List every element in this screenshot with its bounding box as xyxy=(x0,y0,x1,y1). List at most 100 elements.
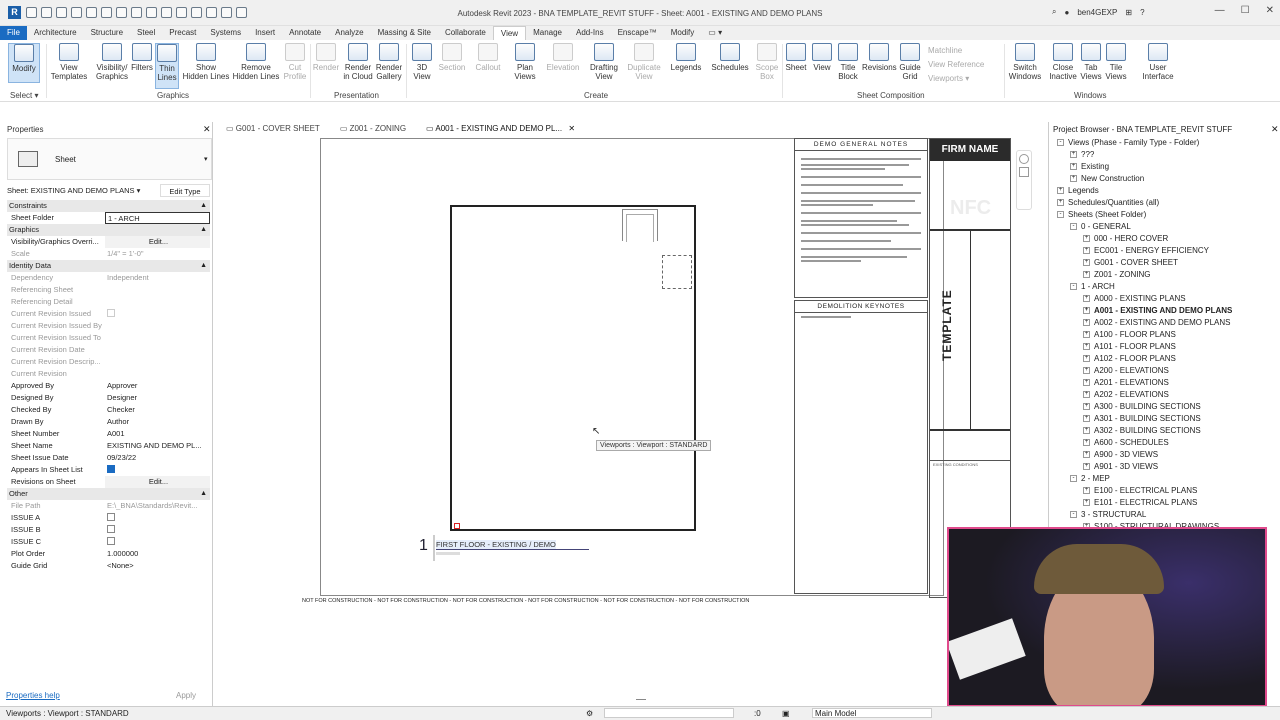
browser-item[interactable]: + A200 - ELEVATIONS xyxy=(1083,366,1169,375)
ribbon-options-icon[interactable]: ▭ ▾ xyxy=(701,26,729,40)
collapse-icon[interactable]: - xyxy=(1070,475,1077,483)
expand-icon[interactable]: + xyxy=(1070,175,1077,183)
view-templates-button[interactable]: View Templates xyxy=(50,43,88,81)
expand-icon[interactable]: + xyxy=(1083,355,1090,363)
modify-button[interactable]: Modify xyxy=(8,43,40,83)
browser-item[interactable]: -0 - GENERAL xyxy=(1070,222,1131,231)
demolition-keynotes[interactable]: DEMOLITION KEYNOTES xyxy=(794,300,928,594)
browser-item[interactable]: + A102 - FLOOR PLANS xyxy=(1083,354,1176,363)
close-tab-icon[interactable]: ✕ xyxy=(568,124,575,133)
issue-c-checkbox[interactable] xyxy=(107,537,115,546)
legends-button[interactable]: Legends xyxy=(670,43,702,72)
browser-item[interactable]: -3 - STRUCTURAL xyxy=(1070,510,1146,519)
browser-item[interactable]: + Existing xyxy=(1070,162,1109,171)
apply-button[interactable]: Apply xyxy=(176,691,196,700)
properties-help-link[interactable]: Properties help xyxy=(6,691,60,700)
sheet-issue-date-input[interactable]: 09/23/22 xyxy=(105,452,210,464)
edit-type-button[interactable]: Edit Type xyxy=(160,184,210,197)
thin-lines-button[interactable]: Thin Lines xyxy=(155,43,179,89)
expand-icon[interactable]: + xyxy=(1083,259,1090,267)
browser-item[interactable]: + New Construction xyxy=(1070,174,1144,183)
horizontal-scroll-indicator[interactable] xyxy=(636,699,646,700)
close-inactive-button[interactable]: Close Inactive xyxy=(1046,43,1080,81)
collapse-icon[interactable]: - xyxy=(1057,211,1064,219)
tab-enscape[interactable]: Enscape™ xyxy=(611,26,664,40)
tab-structure[interactable]: Structure xyxy=(84,26,130,40)
browser-item[interactable]: + Z001 - ZONING xyxy=(1083,270,1150,279)
scope-box-button[interactable]: Scope Box xyxy=(754,43,780,81)
browser-item[interactable]: + A001 - EXISTING AND DEMO PLANS xyxy=(1083,306,1232,315)
elevation-button[interactable]: Elevation xyxy=(546,43,580,72)
browser-item[interactable]: + A000 - EXISTING PLANS xyxy=(1083,294,1186,303)
tab-systems[interactable]: Systems xyxy=(203,26,248,40)
section-other[interactable]: Other ▲ xyxy=(7,488,210,500)
user-name[interactable]: ben4GEXP xyxy=(1077,8,1117,17)
tab-add-ins[interactable]: Add-Ins xyxy=(569,26,611,40)
navigation-bar[interactable] xyxy=(1016,150,1032,210)
expand-icon[interactable]: + xyxy=(1070,163,1077,171)
3d-view-button[interactable]: 3D View xyxy=(410,43,434,81)
browser-item[interactable]: + A202 - ELEVATIONS xyxy=(1083,390,1169,399)
tab-views-button[interactable]: Tab Views xyxy=(1080,43,1102,81)
tab-massing-site[interactable]: Massing & Site xyxy=(371,26,438,40)
switch-windows-button[interactable]: Switch Windows xyxy=(1006,43,1044,81)
sheet-name-input[interactable]: EXISTING AND DEMO PL... xyxy=(105,440,210,452)
expand-icon[interactable]: + xyxy=(1083,451,1090,459)
sheet-button[interactable]: Sheet xyxy=(784,43,808,72)
binoculars-icon[interactable]: ⌕ xyxy=(1052,7,1056,17)
browser-item[interactable]: + A301 - BUILDING SECTIONS xyxy=(1083,414,1201,423)
maximize-button[interactable]: ☐ xyxy=(1241,5,1250,16)
properties-close-icon[interactable]: ✕ xyxy=(203,124,211,135)
expand-icon[interactable]: + xyxy=(1070,151,1077,159)
expand-icon[interactable]: + xyxy=(1083,415,1090,423)
browser-item[interactable]: + A101 - FLOOR PLANS xyxy=(1083,342,1176,351)
section-constraints[interactable]: Constraints ▲ xyxy=(7,200,210,212)
expand-icon[interactable]: + xyxy=(1083,463,1090,471)
collapse-icon[interactable]: - xyxy=(1057,139,1064,147)
browser-item[interactable]: + A300 - BUILDING SECTIONS xyxy=(1083,402,1201,411)
tab-analyze[interactable]: Analyze xyxy=(328,26,370,40)
visibility-graphics-button[interactable]: Visibility/ Graphics xyxy=(92,43,132,81)
expand-icon[interactable]: + xyxy=(1083,343,1090,351)
guide-grid-button[interactable]: Guide Grid xyxy=(898,43,922,81)
tab-annotate[interactable]: Annotate xyxy=(282,26,328,40)
viewports-dropdown[interactable]: Viewports ▾ xyxy=(928,72,984,86)
view-title[interactable]: FIRST FLOOR - EXISTING / DEMO xyxy=(436,540,556,549)
matchline-button[interactable]: Matchline xyxy=(928,44,984,58)
expand-icon[interactable]: + xyxy=(1083,331,1090,339)
expand-icon[interactable]: + xyxy=(1083,379,1090,387)
browser-item[interactable]: +000 - HERO COVER xyxy=(1083,234,1168,243)
browser-item[interactable]: + Legends xyxy=(1057,186,1099,195)
browser-item[interactable]: - Sheets (Sheet Folder) xyxy=(1057,210,1146,219)
browser-item[interactable]: + A201 - ELEVATIONS xyxy=(1083,378,1169,387)
callout-button[interactable]: Callout xyxy=(472,43,504,72)
appears-in-sheet-list-checkbox[interactable] xyxy=(107,465,115,474)
expand-icon[interactable]: + xyxy=(1083,247,1090,255)
expand-icon[interactable]: + xyxy=(1083,487,1090,495)
workset-select[interactable] xyxy=(604,708,734,718)
tile-views-button[interactable]: Tile Views xyxy=(1104,43,1128,81)
show-hidden-lines-button[interactable]: Show Hidden Lines xyxy=(182,43,230,81)
cart-icon[interactable]: ⊞ xyxy=(1125,8,1132,17)
zoom-icon[interactable] xyxy=(1019,167,1029,177)
section-identity-data[interactable]: Identity Data ▲ xyxy=(7,260,210,272)
expand-icon[interactable]: + xyxy=(1083,271,1090,279)
expand-icon[interactable]: + xyxy=(1083,307,1090,315)
vg-edit-button[interactable]: Edit... xyxy=(105,236,210,248)
collapse-icon[interactable]: - xyxy=(1070,223,1077,231)
checked-by-input[interactable]: Checker xyxy=(105,404,210,416)
user-interface-button[interactable]: User Interface xyxy=(1140,43,1176,81)
schedules-button[interactable]: Schedules xyxy=(710,43,750,72)
filters-button[interactable]: Filters xyxy=(130,43,154,72)
tab-modify[interactable]: Modify xyxy=(664,26,702,40)
browser-item[interactable]: + A100 - FLOOR PLANS xyxy=(1083,330,1176,339)
user-icon[interactable]: ● xyxy=(1064,8,1069,17)
tab-file[interactable]: File xyxy=(0,26,27,40)
expand-icon[interactable]: + xyxy=(1083,499,1090,507)
tab-a001-existing-demo[interactable]: ▭ A001 - EXISTING AND DEMO PL... ✕ xyxy=(416,122,586,136)
tab-steel[interactable]: Steel xyxy=(130,26,162,40)
expand-icon[interactable]: + xyxy=(1057,187,1064,195)
drawn-by-input[interactable]: Author xyxy=(105,416,210,428)
browser-item[interactable]: - Views (Phase - Family Type - Folder) xyxy=(1057,138,1199,147)
view-reference-button[interactable]: View Reference xyxy=(928,58,984,72)
